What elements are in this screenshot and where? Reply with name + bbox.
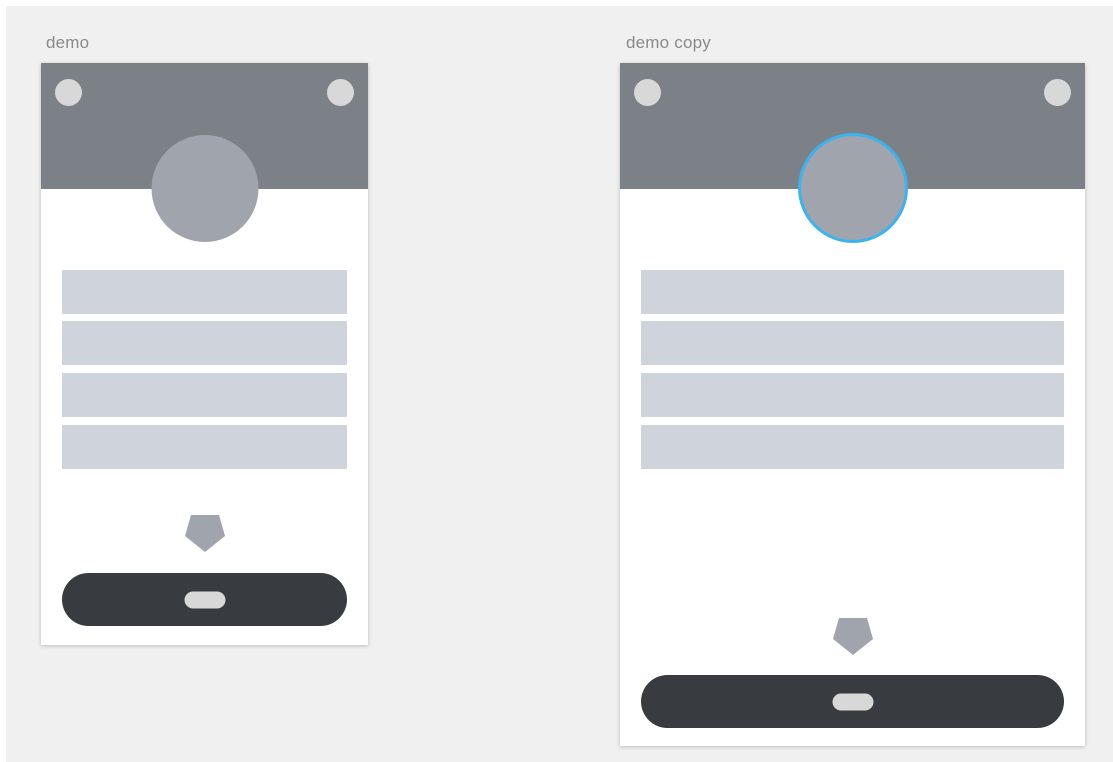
circle-placeholder-icon[interactable] xyxy=(327,79,354,106)
field-1[interactable] xyxy=(62,270,347,314)
artboard-label-demo[interactable]: demo xyxy=(46,33,89,53)
avatar-circle[interactable] xyxy=(151,135,258,242)
artboard-demo[interactable] xyxy=(41,63,368,645)
artboard-demo-copy[interactable] xyxy=(620,63,1085,746)
design-canvas[interactable]: demo demo copy xyxy=(0,0,1113,762)
circle-placeholder-icon[interactable] xyxy=(1044,79,1071,106)
field-4[interactable] xyxy=(641,425,1064,469)
field-2[interactable] xyxy=(641,321,1064,365)
avatar-circle-selected[interactable] xyxy=(797,133,908,243)
action-button[interactable] xyxy=(62,573,347,626)
field-2[interactable] xyxy=(62,321,347,365)
action-button[interactable] xyxy=(641,675,1064,728)
canvas-top-edge xyxy=(0,0,1113,6)
canvas-left-edge xyxy=(0,0,6,762)
artboard-label-demo-copy[interactable]: demo copy xyxy=(626,33,711,53)
field-3[interactable] xyxy=(641,373,1064,417)
pentagon-icon[interactable] xyxy=(832,617,873,655)
field-4[interactable] xyxy=(62,425,347,469)
circle-placeholder-icon[interactable] xyxy=(634,79,661,106)
field-1[interactable] xyxy=(641,270,1064,314)
field-3[interactable] xyxy=(62,373,347,417)
circle-placeholder-icon[interactable] xyxy=(55,79,82,106)
button-pill-placeholder xyxy=(184,591,225,608)
button-pill-placeholder xyxy=(832,693,873,710)
pentagon-icon[interactable] xyxy=(184,514,225,552)
